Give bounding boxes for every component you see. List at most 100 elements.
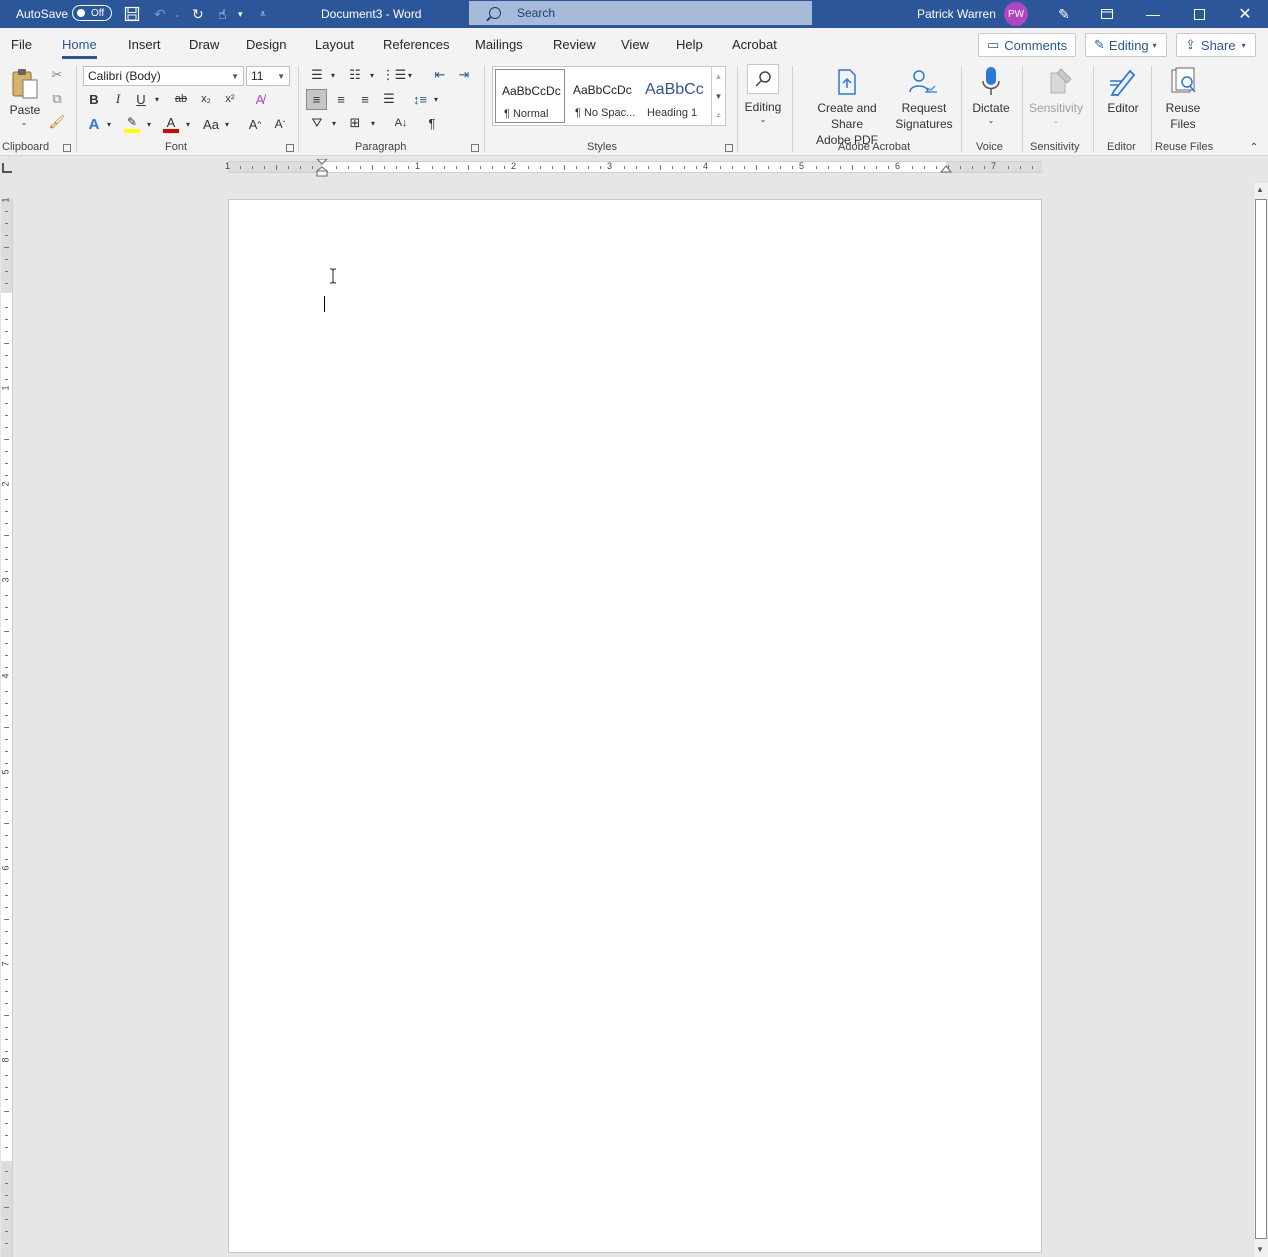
bold-icon[interactable]: B: [86, 90, 102, 108]
style-heading-1[interactable]: AaBbCc Heading 1: [639, 69, 709, 123]
reuse-files-icon[interactable]: [1167, 64, 1201, 98]
touch-mode-icon[interactable]: ☝: [218, 0, 227, 28]
increase-indent-icon[interactable]: ⇥: [454, 66, 474, 84]
share-button[interactable]: ⇪ Share ▾: [1176, 33, 1256, 57]
shading-icon[interactable]: ⛛: [307, 113, 327, 133]
editor-label[interactable]: Editor: [1098, 100, 1148, 116]
text-effects-dropdown-icon[interactable]: ▾: [104, 114, 114, 134]
clear-formatting-icon[interactable]: A̸: [250, 90, 270, 108]
maximize-icon[interactable]: [1176, 0, 1222, 28]
bullets-dropdown-icon[interactable]: ▾: [328, 66, 338, 84]
underline-icon[interactable]: U: [133, 90, 149, 108]
avatar[interactable]: PW: [1004, 2, 1028, 26]
underline-dropdown-icon[interactable]: ▾: [152, 90, 162, 108]
tab-acrobat[interactable]: Acrobat: [732, 37, 777, 52]
redo-icon[interactable]: ↻: [192, 0, 204, 28]
paste-label[interactable]: Paste: [8, 102, 42, 118]
tab-draw[interactable]: Draw: [189, 37, 219, 52]
document-page[interactable]: [228, 199, 1042, 1253]
paste-dropdown-icon[interactable]: ⌄: [18, 118, 30, 127]
cut-icon[interactable]: ✂: [48, 66, 66, 84]
sort-icon[interactable]: A↓: [391, 113, 411, 133]
align-right-icon[interactable]: ≡: [355, 89, 375, 109]
subscript-icon[interactable]: x₂: [197, 90, 215, 108]
show-formatting-marks-icon[interactable]: ¶: [422, 113, 442, 133]
line-spacing-icon[interactable]: ↕≡: [410, 89, 430, 109]
multilevel-list-icon[interactable]: ⋮☰: [382, 66, 407, 84]
touch-dropdown-icon[interactable]: ▾: [238, 0, 243, 28]
font-launcher-icon[interactable]: [286, 144, 294, 152]
editor-icon[interactable]: [1106, 64, 1140, 98]
find-icon[interactable]: [747, 64, 779, 94]
request-signatures-icon[interactable]: [906, 66, 940, 98]
copy-icon[interactable]: ⧉: [48, 90, 66, 108]
tab-mailings[interactable]: Mailings: [475, 37, 523, 52]
tab-view[interactable]: View: [621, 37, 649, 52]
user-name[interactable]: Patrick Warren: [917, 0, 996, 28]
vertical-ruler[interactable]: 1 1 2 3 4 5 6 7 8: [1, 197, 13, 1257]
indent-marker-icon[interactable]: [316, 159, 328, 177]
decrease-indent-icon[interactable]: ⇤: [430, 66, 450, 84]
highlight-icon[interactable]: ✎: [123, 114, 141, 134]
sensitivity-dropdown-icon[interactable]: ⌄: [1050, 116, 1062, 125]
right-indent-marker-icon[interactable]: [940, 165, 952, 174]
scrollbar-thumb[interactable]: [1255, 199, 1267, 1239]
ribbon-display-options-icon[interactable]: [1084, 0, 1130, 28]
shrink-font-icon[interactable]: Aˇ: [270, 114, 290, 134]
microphone-icon[interactable]: [978, 64, 1004, 98]
tab-selector-icon[interactable]: [2, 163, 12, 173]
align-left-icon[interactable]: ≡: [306, 89, 327, 110]
dictate-dropdown-icon[interactable]: ⌄: [985, 116, 997, 125]
tab-help[interactable]: Help: [676, 37, 703, 52]
text-effects-icon[interactable]: A: [85, 114, 103, 134]
chevron-up-icon[interactable]: ▲: [711, 66, 725, 86]
scroll-down-icon[interactable]: ▼: [1256, 1245, 1264, 1254]
editing-group-button[interactable]: Editing: [740, 99, 786, 115]
tab-design[interactable]: Design: [246, 37, 286, 52]
bullets-icon[interactable]: ☰: [307, 66, 327, 84]
sensitivity-label[interactable]: Sensitivity: [1026, 100, 1086, 116]
align-center-icon[interactable]: ≡: [331, 89, 351, 109]
pen-icon[interactable]: ✎: [1041, 0, 1087, 28]
dictate-label[interactable]: Dictate: [966, 100, 1016, 116]
minimize-icon[interactable]: —: [1130, 0, 1176, 28]
format-painter-icon[interactable]: 🖌: [48, 113, 66, 131]
borders-icon[interactable]: ⊞: [345, 113, 365, 133]
tab-references[interactable]: References: [383, 37, 449, 52]
change-case-icon[interactable]: Aa: [201, 114, 221, 134]
save-icon[interactable]: [124, 0, 140, 28]
style-no-spacing[interactable]: AaBbCcDc ¶ No Spac...: [567, 69, 637, 123]
chevron-down-icon[interactable]: ▼: [711, 86, 725, 106]
strikethrough-icon[interactable]: ab: [172, 90, 190, 108]
vertical-scrollbar[interactable]: ▲ ▼: [1253, 183, 1268, 1257]
styles-more-icon[interactable]: ⩡: [711, 106, 725, 126]
highlight-dropdown-icon[interactable]: ▾: [144, 114, 154, 134]
tab-review[interactable]: Review: [553, 37, 596, 52]
superscript-icon[interactable]: x²: [221, 90, 239, 108]
collapse-ribbon-icon[interactable]: ⌃: [1247, 140, 1261, 154]
justify-icon[interactable]: ☰: [379, 89, 399, 109]
close-icon[interactable]: ✕: [1222, 0, 1268, 28]
style-normal[interactable]: AaBbCcDc ¶ Normal: [495, 69, 565, 123]
request-signatures-label[interactable]: Request Signatures: [894, 100, 954, 132]
font-color-dropdown-icon[interactable]: ▾: [183, 114, 193, 134]
shading-dropdown-icon[interactable]: ▾: [329, 113, 339, 133]
customize-qat-icon[interactable]: ⩡: [260, 0, 266, 28]
editing-dropdown-icon[interactable]: ⌄: [757, 115, 769, 124]
editing-mode-button[interactable]: ✎ Editing ▾: [1085, 33, 1167, 57]
scroll-up-icon[interactable]: ▲: [1256, 185, 1264, 194]
numbering-dropdown-icon[interactable]: ▾: [367, 66, 377, 84]
tab-home[interactable]: Home: [62, 37, 97, 59]
tab-insert[interactable]: Insert: [128, 37, 161, 52]
numbering-icon[interactable]: ☷: [345, 66, 365, 84]
create-pdf-icon[interactable]: [832, 66, 862, 98]
styles-launcher-icon[interactable]: [725, 144, 733, 152]
paste-icon[interactable]: [8, 66, 42, 102]
tab-file[interactable]: File: [11, 37, 32, 52]
search-box[interactable]: Search: [469, 1, 812, 25]
line-spacing-dropdown-icon[interactable]: ▾: [431, 89, 441, 109]
grow-font-icon[interactable]: A ^: [245, 114, 265, 134]
font-color-icon[interactable]: A: [162, 114, 180, 134]
multilevel-dropdown-icon[interactable]: ▾: [405, 66, 415, 84]
font-size-combo[interactable]: 11 ▼: [246, 66, 290, 86]
